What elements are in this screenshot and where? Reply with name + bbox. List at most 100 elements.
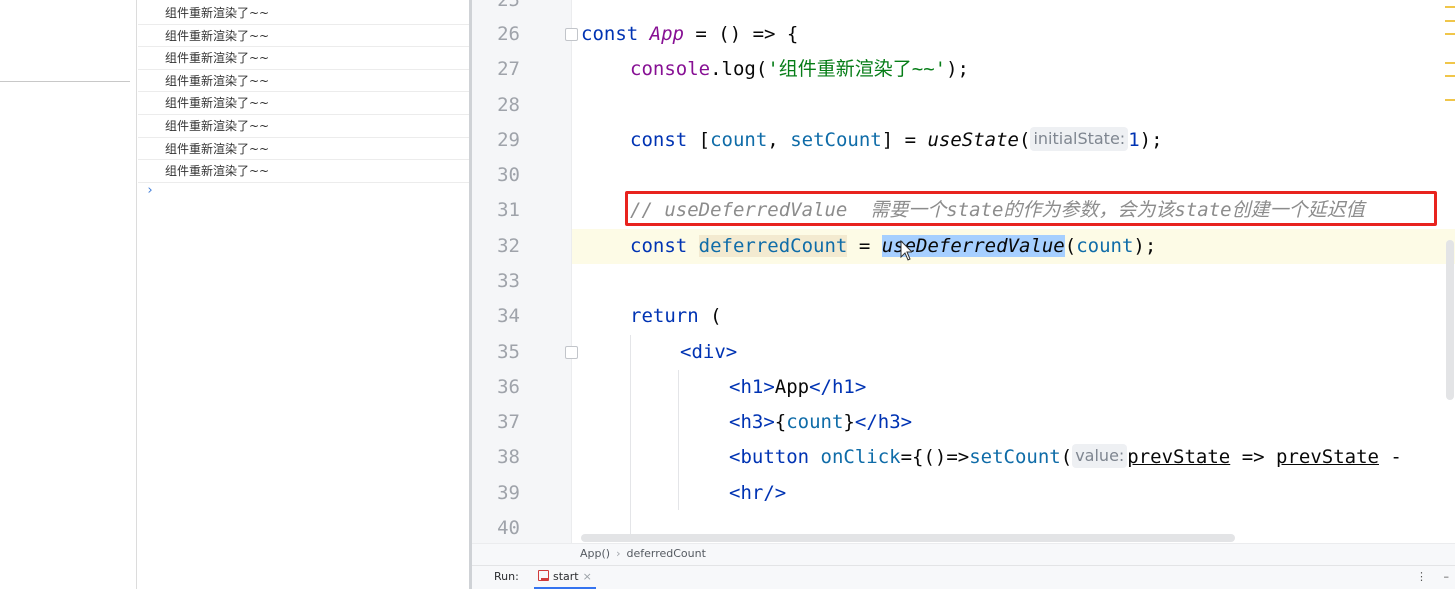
line-number: 40 [497,517,520,539]
marker [1445,75,1455,77]
jsx-attribute: onClick [820,446,901,468]
jsx-tag: <h1> [729,376,775,398]
code-text: ( [1018,129,1031,151]
console-message: 组件重新渲染了~~ [138,70,470,93]
code-text: ( [1064,235,1077,257]
mouse-cursor-icon [900,240,912,261]
line-number: 25 [497,0,520,11]
run-tab-label: start [553,570,579,583]
annotation-highlight-box [625,191,1437,226]
function-call: useState [927,129,1019,151]
number-literal: 1 [1128,129,1140,151]
code-text: ); [1133,235,1157,257]
code-text: ( [755,58,768,80]
minimize-icon[interactable]: – [1444,566,1450,588]
keyword: const [630,129,688,151]
string-literal: '组件重新渲染了~~' [767,58,947,80]
code-text: ); [1139,129,1163,151]
keyword: const [630,235,688,257]
divider [0,81,130,82]
identifier: prevState [1127,446,1231,468]
code-editor[interactable]: 25 26 27 28 29 30 31 32 33 34 35 36 37 3… [472,0,1455,589]
devtools-console-pane: 组件重新渲染了~~ 组件重新渲染了~~ 组件重新渲染了~~ 组件重新渲染了~~ … [0,0,470,589]
code-line-32: const deferredCount = useDeferredValue(c… [630,229,1156,264]
identifier: count [786,411,844,433]
line-number: 39 [497,482,520,504]
code-text: App [774,376,810,398]
jsx-tag: <hr/> [729,482,787,504]
code-text: => [1230,446,1277,468]
code-text: ( [698,305,722,327]
jsx-tag: <h3> [729,411,775,433]
horizontal-scrollbar[interactable] [581,534,1235,542]
fold-toggle-icon[interactable] [565,28,578,41]
npm-run-icon [538,570,549,581]
console-message: 组件重新渲染了~~ [138,47,470,70]
code-line-29: const [count, setCount] = useState(initi… [630,123,1163,158]
code-line-37: <h3>{count}</h3> [729,405,912,440]
function-call: log [721,58,756,80]
code-text: . [710,58,722,80]
indent-guide [678,370,679,510]
marker [1445,6,1455,8]
line-number: 34 [497,305,520,327]
keyword: return [630,305,699,327]
line-number: 26 [497,23,520,45]
line-number: 27 [497,58,520,80]
code-line-39: <hr/> [729,476,786,511]
identifier: count [710,129,768,151]
identifier: prevState [1276,446,1379,468]
marker [1445,20,1455,22]
code-line-35: <div> [680,335,737,370]
marker [1445,33,1455,35]
breadcrumb-item[interactable]: App() [580,547,610,560]
jsx-tag: <div> [680,341,738,363]
identifier: count [1076,235,1134,257]
line-number: 37 [497,411,520,433]
breadcrumb-item[interactable]: deferredCount [626,547,705,560]
close-icon[interactable]: × [583,570,592,583]
line-number: 38 [497,446,520,468]
identifier: setCount [790,129,882,151]
code-line-26: const App = () => { [581,17,798,52]
run-tab-start[interactable]: start × [534,566,596,589]
console-message: 组件重新渲染了~~ [138,92,470,115]
identifier: console [630,58,711,80]
line-number: 36 [497,376,520,398]
code-line-38: <button onClick={()=>setCount(value: prev… [729,440,1402,475]
identifier: deferredCount [698,235,848,257]
code-line-36: <h1>App</h1> [729,370,866,405]
code-text: [ [687,129,711,151]
marker [1445,99,1455,101]
chevron-right-icon: › [616,547,621,560]
line-number: 28 [497,94,520,116]
run-label: Run: [494,570,519,583]
line-number: 35 [497,341,520,363]
console-message: 组件重新渲染了~~ [138,115,470,138]
console-message: 组件重新渲染了~~ [138,138,470,161]
devtools-side-panel [0,0,137,589]
fold-toggle-icon[interactable] [565,346,578,359]
line-number: 33 [497,270,520,292]
code-text: = () => { [683,23,799,45]
code-text: } [843,411,855,433]
code-line-27: console.log('组件重新渲染了~~'); [630,52,969,87]
marker [1445,62,1455,64]
console-message: 组件重新渲染了~~ [138,2,470,25]
line-number: 31 [497,199,520,221]
function-call: setCount [969,446,1061,468]
vertical-scrollbar[interactable] [1446,240,1454,400]
line-number: 32 [497,235,520,257]
console-message-list: 组件重新渲染了~~ 组件重新渲染了~~ 组件重新渲染了~~ 组件重新渲染了~~ … [138,2,470,183]
jsx-tag: <button [729,446,821,468]
jsx-tag: </h1> [809,376,867,398]
console-message: 组件重新渲染了~~ [138,25,470,48]
more-options-icon[interactable]: ⋮ [1416,566,1427,588]
parameter-hint: value: [1072,444,1128,468]
code-text: ={()=> [900,446,970,468]
line-number: 29 [497,129,520,151]
console-prompt-input[interactable]: › [146,183,154,198]
code-text: { [774,411,787,433]
identifier: App [649,23,684,45]
jsx-tag: </h3> [854,411,913,433]
